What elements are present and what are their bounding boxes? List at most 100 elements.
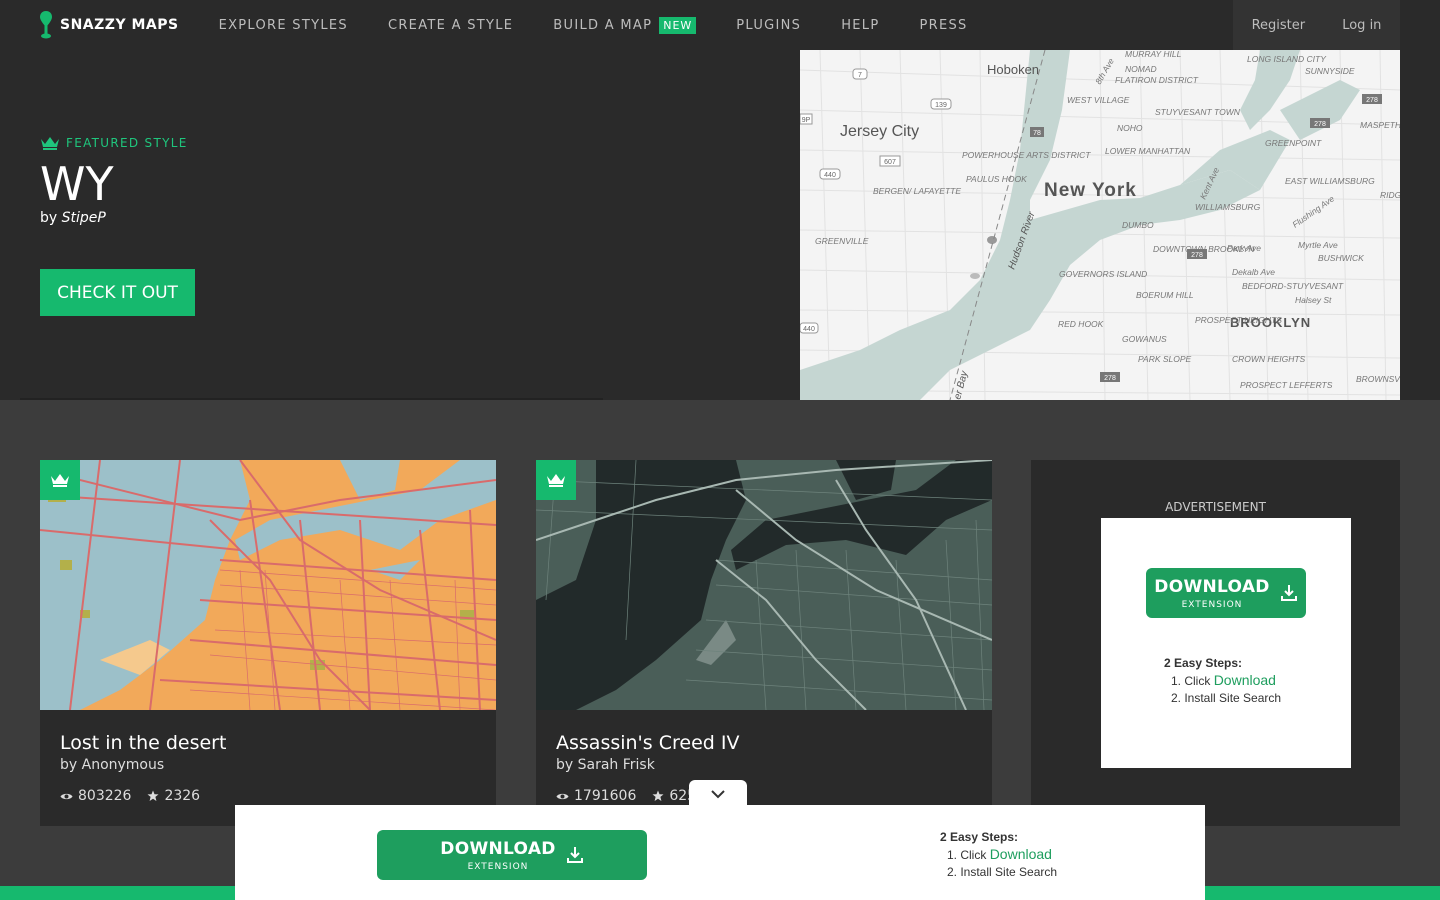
map-label-flatiron: FLATIRON DISTRICT xyxy=(1115,75,1199,85)
map-label-williamsburg: WILLIAMSBURG xyxy=(1195,202,1261,212)
style-card-lost-in-the-desert[interactable]: Lost in the desert by Anonymous 803226 2… xyxy=(40,460,496,826)
download-icon xyxy=(1280,585,1297,601)
card-author[interactable]: by Anonymous xyxy=(60,757,164,773)
map-label-greenpoint: GREENPOINT xyxy=(1265,138,1322,148)
map-label-boerum-hill: BOERUM HILL xyxy=(1136,290,1194,300)
logo[interactable]: SNAZZY MAPS xyxy=(40,0,179,50)
eye-icon xyxy=(60,793,73,799)
stars-stat: 2326 xyxy=(147,788,200,804)
map-label-park-ave: Park Ave xyxy=(1227,243,1261,253)
featured-badge xyxy=(40,460,80,500)
featured-map-preview[interactable]: Hoboken Jersey City New York BROOKLYN Hu… xyxy=(800,50,1400,400)
map-label-maspeth: MASPETH xyxy=(1360,120,1400,130)
top-nav: SNAZZY MAPS EXPLORE STYLES CREATE A STYL… xyxy=(0,0,1440,50)
views-count: 1791606 xyxy=(574,788,637,804)
chevron-down-icon xyxy=(711,790,725,799)
nav-explore-styles[interactable]: EXPLORE STYLES xyxy=(219,18,348,33)
banner-download-button[interactable]: DOWNLOAD EXTENSION xyxy=(377,830,647,880)
ad-step-1: 1. Click Download xyxy=(1164,672,1281,690)
route-278c: 278 xyxy=(1314,121,1326,128)
eye-icon xyxy=(556,793,569,799)
logo-text: SNAZZY MAPS xyxy=(60,17,179,33)
register-link[interactable]: Register xyxy=(1252,18,1306,33)
map-label-east-williamsburg: EAST WILLIAMSBURG xyxy=(1285,176,1375,186)
featured-label-text: FEATURED STYLE xyxy=(66,136,188,150)
crown-icon xyxy=(547,474,565,487)
card-map-preview[interactable] xyxy=(536,460,992,710)
map-label-governors-island: GOVERNORS ISLAND xyxy=(1059,269,1147,279)
star-icon xyxy=(652,790,664,801)
map-label-park-slope: PARK SLOPE xyxy=(1138,354,1192,364)
views-stat: 803226 xyxy=(60,788,131,804)
featured-style-label: FEATURED STYLE xyxy=(40,136,188,150)
banner-download-label: DOWNLOAD xyxy=(440,838,556,859)
map-label-brownsville: BROWNSVILLE xyxy=(1356,374,1400,384)
map-label-gowanus: GOWANUS xyxy=(1122,334,1167,344)
banner-extension-label: EXTENSION xyxy=(467,861,529,872)
banner-step-1-prefix: 1. Click xyxy=(947,848,987,862)
route-9p: 9P xyxy=(802,117,811,124)
card-author[interactable]: by Sarah Frisk xyxy=(556,757,655,773)
map-label-murray-hill: MURRAY HILL xyxy=(1125,50,1182,59)
new-badge: NEW xyxy=(659,16,697,34)
map-label-red-hook: RED HOOK xyxy=(1058,319,1104,329)
ad-download-button[interactable]: DOWNLOAD EXTENSION xyxy=(1146,568,1306,618)
banner-collapse-toggle[interactable] xyxy=(689,780,747,808)
banner-download-text: DOWNLOAD EXTENSION xyxy=(440,839,555,872)
route-607: 607 xyxy=(884,159,896,166)
download-icon xyxy=(566,847,583,863)
map-label-powerhouse: POWERHOUSE ARTS DISTRICT xyxy=(962,150,1091,160)
card-title[interactable]: Lost in the desert xyxy=(60,732,226,754)
card-map-preview[interactable] xyxy=(40,460,496,710)
banner-download-link[interactable]: Download xyxy=(990,846,1052,862)
map-label-long-island-city: LONG ISLAND CITY xyxy=(1247,54,1327,64)
map-label-stuyvesant-town: STUYVESANT TOWN xyxy=(1155,107,1241,117)
banner-step-2: 2. Install Site Search xyxy=(947,865,1058,879)
nav-build-map-label: BUILD A MAP xyxy=(553,17,653,33)
nav-create-style[interactable]: CREATE A STYLE xyxy=(388,18,513,33)
nav-build-map[interactable]: BUILD A MAP NEW xyxy=(553,16,697,34)
map-label-bushwick: BUSHWICK xyxy=(1318,253,1364,263)
map-label-nomad: NOMAD xyxy=(1125,64,1157,74)
advertisement-panel: ADVERTISEMENT DOWNLOAD EXTENSION 2 Easy … xyxy=(1031,460,1400,826)
map-label-jersey-city: Jersey City xyxy=(840,123,919,140)
map-label-halsey-st: Halsey St xyxy=(1295,295,1332,305)
ad-download-label: DOWNLOAD xyxy=(1154,576,1270,597)
login-link[interactable]: Log in xyxy=(1342,18,1381,33)
ad-download-text: DOWNLOAD EXTENSION xyxy=(1154,577,1269,610)
ad-download-link[interactable]: Download xyxy=(1214,672,1276,688)
creed-map-svg xyxy=(536,460,992,710)
nav-press[interactable]: PRESS xyxy=(920,18,968,33)
featured-map-svg: Hoboken Jersey City New York BROOKLYN Hu… xyxy=(800,50,1400,400)
map-label-noho: NOHO xyxy=(1117,123,1143,133)
map-label-dumbo: DUMBO xyxy=(1122,220,1154,230)
map-label-bedford-stuyvesant: BEDFORD-STUYVESANT xyxy=(1242,281,1344,291)
banner-steps: 2 Easy Steps: 1. Click Download 2. Insta… xyxy=(940,829,1057,881)
views-stat: 1791606 xyxy=(556,788,636,804)
crown-icon xyxy=(51,474,69,487)
advertisement-label: ADVERTISEMENT xyxy=(1165,500,1266,514)
map-label-prospect-lefferts: PROSPECT LEFFERTS xyxy=(1240,380,1333,390)
nav-plugins[interactable]: PLUGINS xyxy=(736,18,801,33)
map-label-myrtle-ave: Myrtle Ave xyxy=(1298,240,1338,250)
style-card-assassins-creed-iv[interactable]: Assassin's Creed IV by Sarah Frisk 17916… xyxy=(536,460,992,826)
map-label-greenville: GREENVILLE xyxy=(815,236,869,246)
card-title[interactable]: Assassin's Creed IV xyxy=(556,732,739,754)
map-label-new-york: New York xyxy=(1044,180,1137,201)
route-440b: 440 xyxy=(803,326,815,333)
nav-help[interactable]: HELP xyxy=(841,18,879,33)
ad-extension-label: EXTENSION xyxy=(1181,599,1243,610)
ad-box[interactable]: DOWNLOAD EXTENSION 2 Easy Steps: 1. Clic… xyxy=(1101,518,1351,768)
route-278d: 278 xyxy=(1366,97,1378,104)
route-78: 78 xyxy=(1033,130,1041,137)
check-it-out-button[interactable]: CHECK IT OUT xyxy=(40,269,195,316)
map-label-sunnyside: SUNNYSIDE xyxy=(1305,66,1355,76)
ad-steps-heading: 2 Easy Steps: xyxy=(1164,656,1243,670)
route-278a: 278 xyxy=(1191,252,1203,259)
stars-count: 2326 xyxy=(164,788,201,804)
desert-map-svg xyxy=(40,460,496,710)
map-label-crown-heights: CROWN HEIGHTS xyxy=(1232,354,1306,364)
featured-author[interactable]: StipeP xyxy=(62,210,106,226)
card-stats: 803226 2326 xyxy=(60,788,216,804)
bottom-ad-banner[interactable]: DOWNLOAD EXTENSION 2 Easy Steps: 1. Clic… xyxy=(235,805,1205,900)
